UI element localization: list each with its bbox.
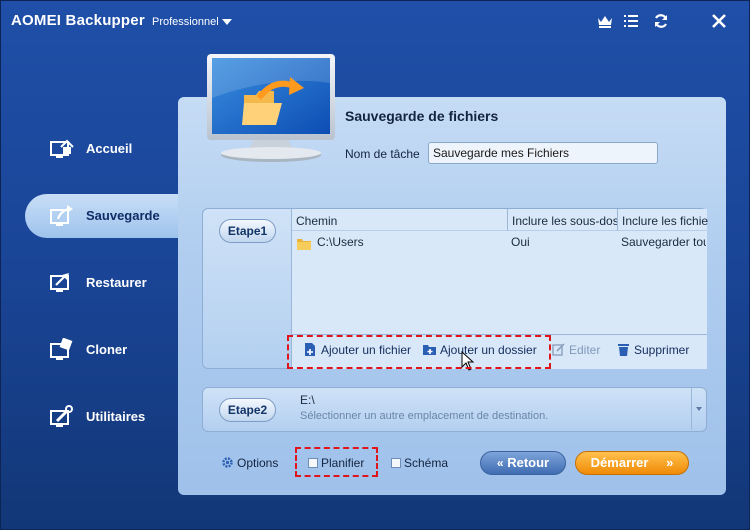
sidebar-item-label: Accueil	[86, 141, 133, 156]
backup-icon	[49, 204, 75, 228]
table-cell-path[interactable]: C:\Users	[317, 235, 507, 249]
crown-icon[interactable]	[595, 10, 615, 32]
folder-icon	[297, 237, 311, 250]
checkbox[interactable]	[391, 458, 401, 468]
sidebar-item-utilitaires[interactable]: Utilitaires	[25, 395, 178, 439]
task-name-input[interactable]	[428, 142, 658, 164]
scheme-label: Schéma	[404, 456, 449, 470]
close-icon[interactable]	[709, 10, 729, 32]
destination-hint[interactable]: Sélectionner un autre emplacement de des…	[300, 410, 548, 422]
sidebar-item-label: Sauvegarde	[86, 208, 160, 223]
edition-dropdown[interactable]: Professionnel	[152, 16, 219, 28]
sidebar-item-label: Cloner	[86, 342, 128, 357]
edit-icon	[552, 343, 565, 356]
tools-icon	[49, 405, 75, 429]
options-label: Options	[237, 456, 279, 470]
delete-label: Supprimer	[634, 343, 690, 357]
edit-label: Editer	[569, 343, 601, 357]
delete-button[interactable]: Supprimer	[617, 343, 689, 357]
sidebar-item-label: Utilitaires	[86, 409, 146, 424]
options-button[interactable]: Options	[221, 456, 278, 472]
task-name-label: Nom de tâche	[345, 147, 420, 161]
start-button[interactable]: Démarrer »	[575, 451, 689, 475]
column-header-path[interactable]: Chemin	[292, 209, 508, 231]
home-icon	[49, 137, 75, 161]
add-buttons-highlight	[287, 335, 551, 369]
column-header-subfolders[interactable]: Inclure les sous-dossiers	[508, 209, 618, 231]
step2-label: Etape2	[219, 398, 276, 422]
schedule-highlight	[295, 447, 378, 477]
scheme-checkbox[interactable]: Schéma	[391, 456, 448, 470]
table-cell-subfolders[interactable]: Oui	[511, 235, 615, 249]
sidebar-item-cloner[interactable]: Cloner	[25, 328, 178, 372]
destination-path[interactable]: E:\	[300, 393, 315, 407]
file-backup-monitor-illustration	[204, 53, 338, 165]
chevron-down-icon[interactable]	[222, 19, 232, 25]
edit-button[interactable]: Editer	[552, 343, 600, 357]
back-button[interactable]: « Retour	[480, 451, 566, 475]
restore-icon	[49, 271, 75, 295]
title-bar: AOMEI Backupper Professionnel	[1, 1, 749, 41]
column-header-files[interactable]: Inclure les fichiers	[618, 209, 708, 231]
refresh-icon[interactable]	[651, 10, 671, 32]
sidebar-item-restaurer[interactable]: Restaurer	[25, 261, 178, 305]
forward-arrow-icon: »	[666, 455, 674, 470]
start-label: Démarrer	[590, 455, 649, 470]
page-title: Sauvegarde de fichiers	[345, 108, 499, 124]
destination-divider	[691, 388, 692, 430]
table-cell-files[interactable]: Sauvegarder tous	[621, 235, 706, 249]
app-window: AOMEI Backupper Professionnel Accueil Sa…	[0, 0, 750, 530]
back-arrow-icon: «	[496, 456, 504, 470]
sidebar-item-accueil[interactable]: Accueil	[25, 127, 178, 171]
chevron-down-icon[interactable]	[696, 407, 702, 411]
gear-icon	[221, 456, 234, 472]
menu-list-icon[interactable]	[621, 10, 641, 32]
trash-icon	[617, 343, 630, 356]
sidebar-item-label: Restaurer	[86, 275, 147, 290]
back-label: Retour	[507, 455, 550, 470]
app-title: AOMEI Backupper	[11, 12, 145, 29]
clone-icon	[49, 337, 75, 362]
step1-label: Etape1	[219, 219, 276, 243]
sidebar-item-sauvegarde[interactable]: Sauvegarde	[25, 194, 185, 238]
